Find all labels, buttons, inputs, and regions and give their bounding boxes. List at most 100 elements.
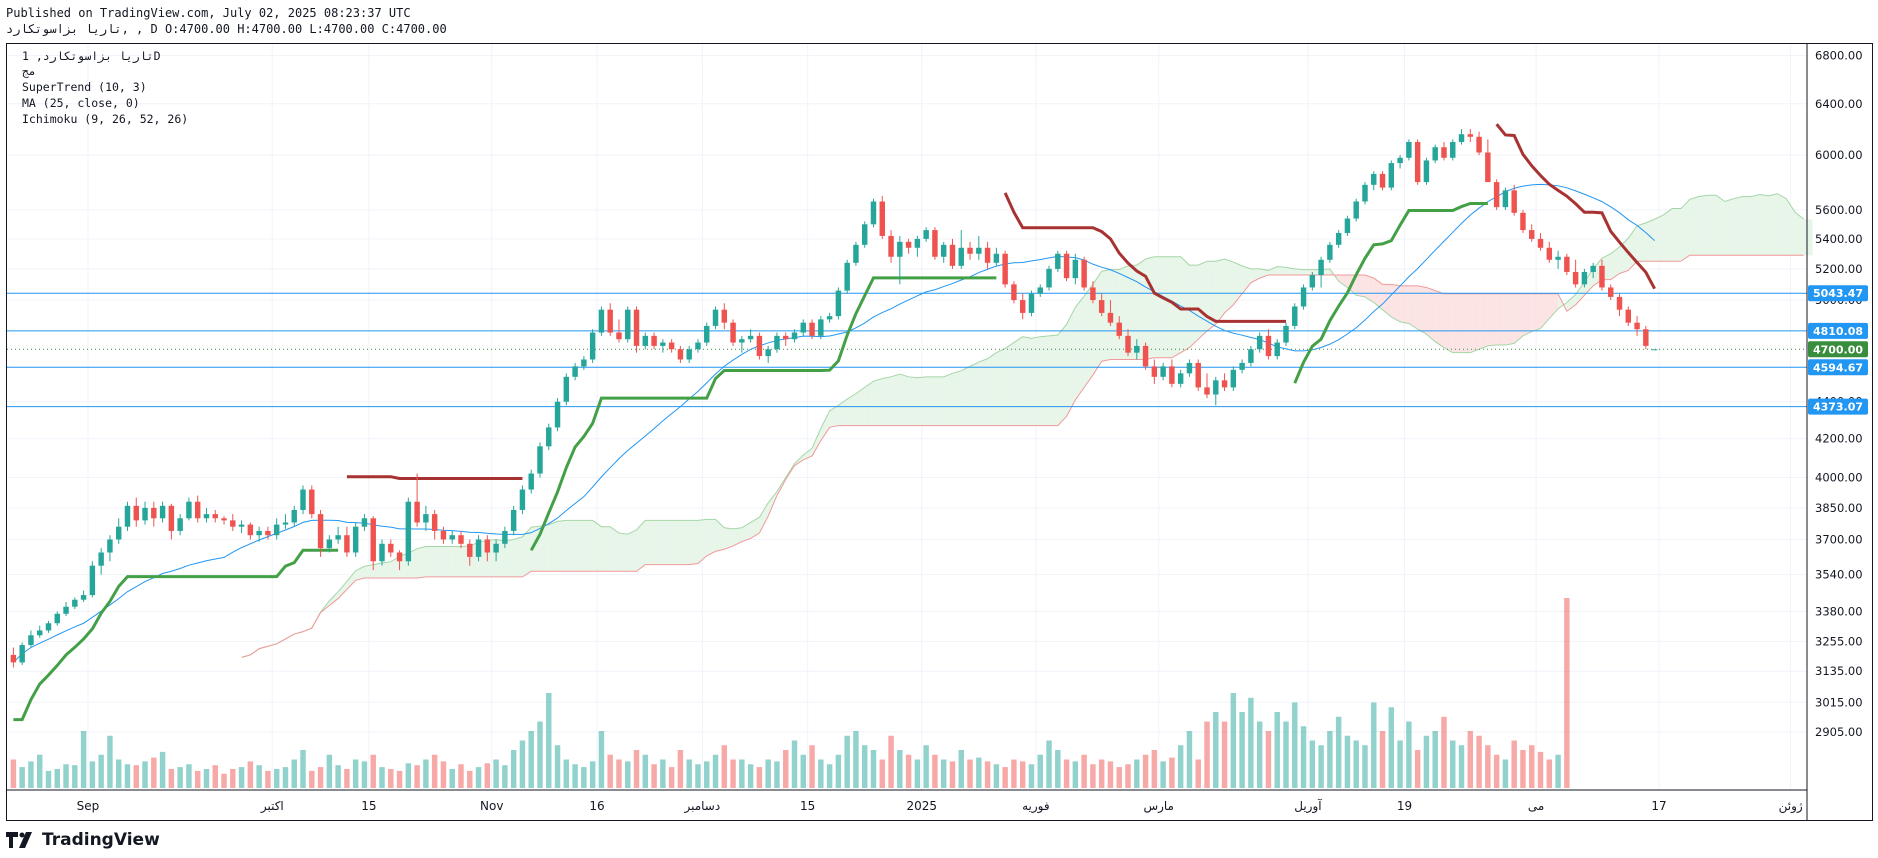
x-tick-label: 19 — [1397, 799, 1412, 813]
x-tick-label: دسامبر — [683, 799, 720, 814]
cloud-segment — [1163, 256, 1172, 358]
legend-ichimoku[interactable]: Ichimoku (9, 26, 52, 26) — [22, 111, 188, 127]
volume-bar — [739, 759, 745, 788]
volume-bar — [1423, 735, 1430, 788]
candle — [1450, 139, 1456, 161]
supertrend-line — [346, 475, 523, 480]
candle-body — [809, 322, 815, 336]
candle — [186, 497, 192, 521]
chart-svg[interactable]: 2905.00 3015.00 3135.00 3255.00 3380.00 3540.… — [7, 44, 1872, 820]
cloud-segment — [1672, 208, 1681, 262]
candle — [554, 398, 561, 432]
volume-bar — [879, 759, 885, 788]
volume-bar — [475, 767, 482, 788]
legend-supertrend[interactable]: SuperTrend (10, 3) — [22, 79, 147, 95]
volume-bar — [449, 769, 455, 788]
candle — [45, 620, 52, 633]
candle-body — [1467, 134, 1474, 137]
x-tick-label: 2025 — [906, 799, 937, 813]
volume-bar — [19, 767, 25, 788]
candle — [1046, 265, 1052, 291]
y-tick-label: 5400.00 — [1815, 232, 1863, 246]
cloud-segment — [1180, 256, 1190, 353]
legend-symbol: تاریا بزاسوتکارد, 1D — [22, 49, 161, 63]
price-tag: 4700.00 — [1808, 341, 1868, 358]
candle — [142, 501, 148, 525]
candle-body — [695, 342, 701, 350]
volume-bar — [1283, 721, 1289, 788]
volume-bar — [238, 767, 245, 788]
legend-ma[interactable]: MA (25, close, 0) — [22, 95, 140, 111]
candle — [230, 514, 236, 531]
volume-bar — [1134, 759, 1140, 788]
candle — [1292, 303, 1298, 330]
candle — [89, 561, 96, 598]
volume-bar — [379, 767, 385, 788]
candle — [291, 505, 297, 527]
candle-body — [1309, 275, 1316, 288]
candle-body — [54, 613, 60, 624]
candle-body — [616, 332, 622, 340]
y-tick-label: 6800.00 — [1815, 49, 1863, 63]
candle-body — [1476, 136, 1482, 153]
candle-body — [607, 309, 613, 333]
candle-body — [370, 518, 376, 562]
volume-bar — [616, 759, 622, 788]
volume-bar — [344, 769, 350, 788]
footer-logo[interactable]: TradingView — [6, 829, 160, 851]
cloud-segment — [1654, 214, 1664, 262]
cloud-segment — [382, 561, 391, 579]
candle — [607, 303, 613, 336]
candle — [458, 530, 464, 549]
candle — [677, 345, 684, 363]
candle — [888, 230, 894, 263]
candle — [1081, 256, 1087, 291]
candle-body — [853, 244, 859, 263]
candle-body — [1450, 141, 1456, 158]
candle — [984, 241, 991, 269]
candle-body — [475, 539, 482, 557]
candle — [72, 597, 78, 610]
candle-body — [633, 309, 640, 346]
volume-bar — [581, 767, 587, 788]
candle — [905, 238, 912, 254]
candle — [958, 230, 964, 269]
cloud-segment — [513, 536, 523, 577]
candle-body — [502, 530, 508, 544]
candle — [686, 345, 692, 363]
candle-body — [1485, 152, 1491, 183]
cloud-segment — [873, 378, 883, 426]
candle-body — [967, 247, 973, 254]
candle — [28, 630, 34, 648]
candle — [1634, 316, 1640, 336]
cloud-segment — [926, 376, 935, 426]
candle-body — [36, 630, 43, 636]
volume-bar — [905, 754, 912, 788]
cloud-segment — [1145, 256, 1155, 360]
candle-body — [1441, 147, 1447, 158]
volume-bar — [10, 759, 17, 788]
volume-bar — [1511, 740, 1517, 788]
candle-body — [1616, 296, 1623, 310]
candle — [1388, 160, 1395, 191]
volume-bar — [914, 759, 921, 788]
cloud-segment — [1479, 293, 1488, 350]
chart-frame[interactable]: 2905.00 3015.00 3135.00 3255.00 3380.00 3540.… — [6, 43, 1873, 821]
x-tick-label: 17 — [1651, 799, 1666, 813]
candle — [405, 497, 412, 566]
candle-body — [528, 473, 534, 490]
candle — [300, 485, 306, 515]
volume-bar — [1529, 745, 1535, 788]
volume-bar — [940, 759, 947, 788]
candle — [431, 509, 438, 540]
volume-bar — [1063, 759, 1070, 788]
price-tag-label: 4594.67 — [1813, 361, 1863, 374]
candle — [1441, 141, 1447, 161]
cloud-segment — [373, 562, 383, 579]
candle — [642, 332, 649, 350]
volume-bar — [1362, 745, 1368, 788]
cloud-segment — [1092, 271, 1102, 376]
candle-body — [1195, 362, 1201, 388]
cloud-segment — [1645, 219, 1655, 262]
volume-bar — [1011, 759, 1017, 788]
